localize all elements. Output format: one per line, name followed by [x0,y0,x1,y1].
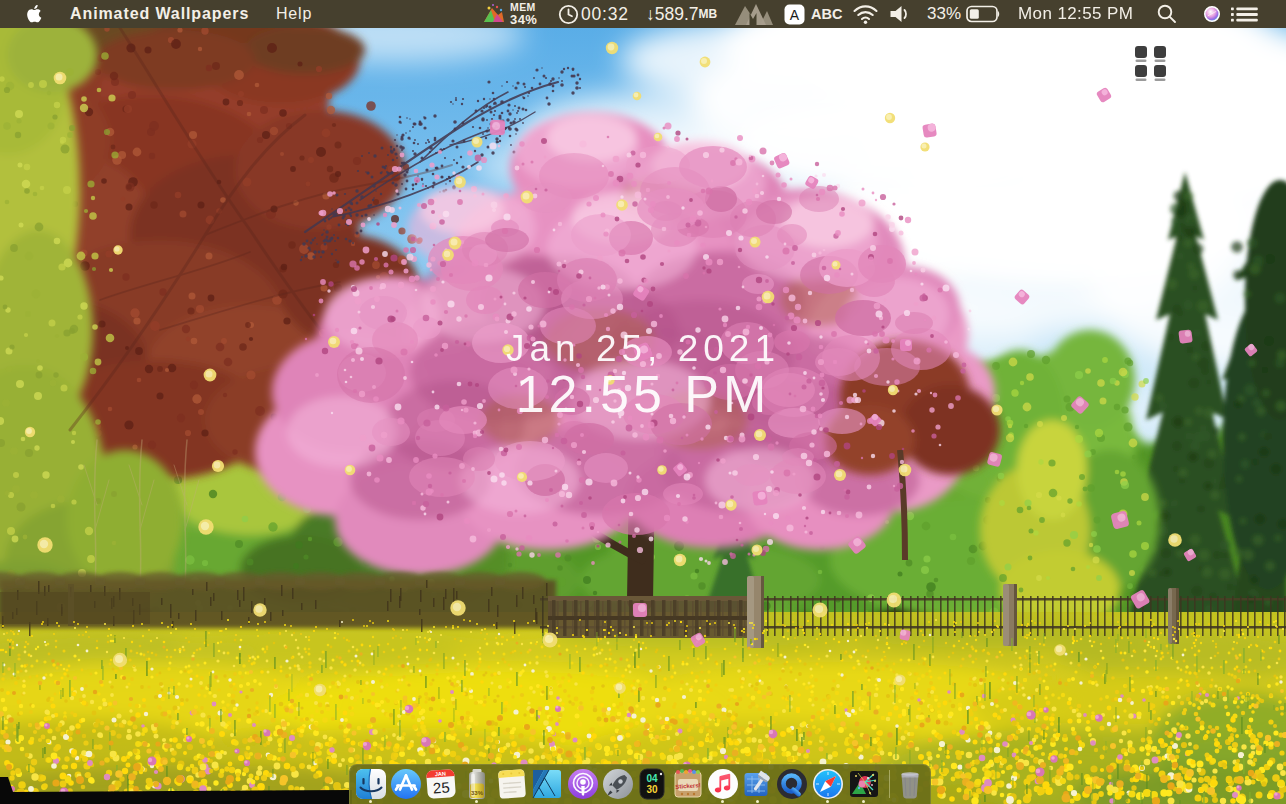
svg-text:30: 30 [646,784,658,795]
svg-text:25: 25 [432,778,450,796]
svg-text:33%: 33% [471,790,484,796]
svg-text:A: A [790,6,800,22]
svg-text:JAN: JAN [435,770,446,777]
svg-text:04: 04 [646,773,658,784]
